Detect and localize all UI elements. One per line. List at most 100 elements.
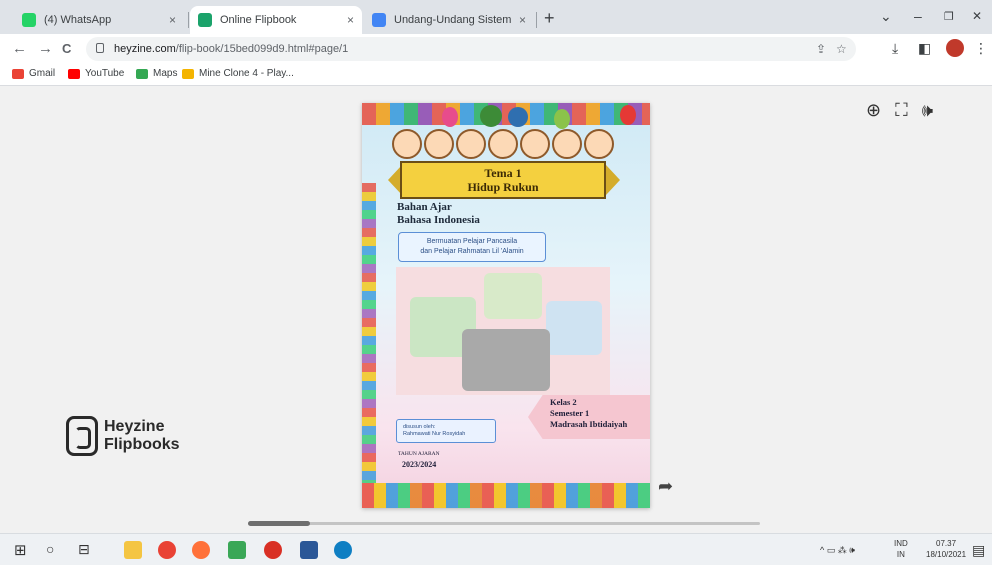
heyzine-brand[interactable]: Heyzine Flipbooks	[66, 416, 180, 456]
bookmark-mine-clone[interactable]: Mine Clone 4 - Play...	[182, 68, 294, 79]
browser-toolbar: ← → C heyzine.com/flip-book/15bed099d9.h…	[0, 34, 992, 64]
children-cycling-illustration	[546, 301, 602, 355]
edge-icon[interactable]	[334, 541, 352, 559]
tab-online-flipbook[interactable]: Online Flipbook ×	[190, 6, 362, 34]
menu-icon[interactable]: ⋮	[974, 40, 988, 57]
bookmark-label: Gmail	[29, 68, 56, 79]
theme-number: Tema 1	[484, 166, 522, 180]
search-button[interactable]: ○	[46, 541, 54, 557]
bookmark-gmail[interactable]: Gmail	[12, 68, 55, 79]
new-tab-button[interactable]: +	[544, 9, 555, 27]
tab-separator	[536, 12, 537, 28]
bookmark-star-icon[interactable]: ☆	[836, 42, 847, 56]
page-scrollbar-track[interactable]	[248, 522, 760, 525]
tab-search-button[interactable]: ⌄	[880, 8, 892, 25]
notifications-icon[interactable]: ▤	[972, 542, 985, 559]
share-icon[interactable]: ➦	[658, 476, 673, 497]
pencils-decoration-left	[362, 183, 376, 483]
child-illustration	[584, 129, 614, 159]
subject-line-2: Bahasa Indonesia	[397, 214, 480, 226]
bookmark-label: Mine Clone 4 - Play...	[199, 68, 294, 79]
download-icon[interactable]: ⤓	[892, 40, 898, 57]
task-view-button[interactable]: ⊟	[78, 541, 90, 558]
viewer-toolbar: ⊕ ⛶ 🕪	[866, 100, 933, 121]
fullscreen-icon[interactable]: ⛶	[895, 100, 908, 121]
whatsapp-icon	[22, 13, 36, 27]
grade-school: Madrasah Ibtidaiyah	[550, 419, 628, 429]
book-cover-page[interactable]: Tema 1 Hidup Rukun Bahan Ajar Bahasa Ind…	[362, 103, 650, 508]
pill-line-1: Bermuatan Pelajar Pancasila	[426, 238, 518, 245]
banner-ribbon-right	[606, 165, 620, 195]
forward-button[interactable]: →	[38, 40, 53, 57]
close-window-button[interactable]: ✕	[972, 9, 982, 23]
flipbook-icon	[198, 13, 212, 27]
bookmarks-bar: Gmail YouTube Maps Mine Clone 4 - Play..…	[0, 64, 992, 86]
child-illustration	[488, 129, 518, 159]
clock[interactable]: 07.37 18/10/2021	[926, 538, 966, 560]
subject-title: Bahan Ajar Bahasa Indonesia	[397, 201, 480, 227]
academic-year-label: TAHUN AJARAN	[398, 451, 440, 457]
paint-icon[interactable]	[228, 541, 246, 559]
bookmark-youtube[interactable]: YouTube	[68, 68, 124, 79]
share-page-icon[interactable]: ⇪	[816, 42, 826, 56]
maps-icon	[136, 68, 148, 79]
side-panel-icon[interactable]: ◧	[918, 40, 931, 57]
clock-time: 07.37	[936, 539, 957, 548]
file-explorer-icon[interactable]	[124, 541, 142, 559]
chrome-profile-icon[interactable]	[264, 541, 282, 559]
reload-button[interactable]: C	[62, 41, 71, 56]
pencils-decoration-bottom	[362, 483, 650, 508]
tab-whatsapp[interactable]: (4) WhatsApp ×	[14, 6, 184, 34]
theme-banner: Tema 1 Hidup Rukun	[400, 161, 606, 199]
url-host: heyzine.com	[114, 43, 176, 55]
children-playing-illustration	[484, 273, 542, 319]
url-text[interactable]: heyzine.com/flip-book/15bed099d9.html#pa…	[114, 43, 348, 55]
author-name: Rahmawati Nur Rosyidah	[403, 431, 466, 437]
windows-taskbar: ⊞ ○ ⊟ ^ ▭ ⁂ 🕪 IND IN 07.37 18/10/2021 ▤	[0, 533, 992, 565]
ministry-emblem-icon	[508, 107, 528, 127]
pencils-decoration-top	[362, 103, 650, 125]
firefox-icon[interactable]	[192, 541, 210, 559]
sound-icon[interactable]: 🕪	[922, 100, 933, 121]
word-icon[interactable]	[300, 541, 318, 559]
heyzine-logo-icon	[66, 416, 98, 456]
subject-line-1: Bahan Ajar	[397, 201, 452, 213]
child-illustration	[424, 129, 454, 159]
tab-undang-undang[interactable]: Undang-Undang Sistem Pendid ×	[364, 6, 534, 34]
youtube-icon	[68, 68, 80, 79]
chrome-icon[interactable]	[158, 541, 176, 559]
zoom-in-icon[interactable]: ⊕	[866, 100, 881, 121]
start-button[interactable]: ⊞	[14, 541, 27, 559]
pill-line-2: dan Pelajar Rahmatan Lil 'Alamin	[420, 248, 524, 255]
lock-icon[interactable]	[96, 43, 104, 53]
close-tab-icon[interactable]: ×	[347, 13, 354, 27]
close-tab-icon[interactable]: ×	[519, 13, 526, 27]
child-illustration	[456, 129, 486, 159]
tab-title: Undang-Undang Sistem Pendid	[394, 14, 513, 26]
maximize-button[interactable]: ❐	[944, 10, 954, 23]
bookmark-label: Maps	[153, 68, 178, 79]
google-icon	[372, 13, 386, 27]
academic-year: 2023/2024	[402, 460, 437, 469]
tab-strip: (4) WhatsApp × Online Flipbook × Undang-…	[0, 0, 992, 34]
language-code: IND	[894, 539, 908, 548]
tab-title: (4) WhatsApp	[44, 14, 112, 26]
region-code: IN	[896, 550, 905, 559]
brand-line-1: Heyzine	[104, 418, 165, 435]
minimize-button[interactable]: –	[914, 8, 922, 24]
school-emblem-icon	[480, 105, 502, 127]
bookmark-maps[interactable]: Maps	[136, 68, 177, 79]
author-label: disusun oleh:	[403, 424, 436, 430]
language-indicator[interactable]: IND IN	[894, 538, 908, 560]
child-illustration	[392, 129, 422, 159]
close-tab-icon[interactable]: ×	[169, 13, 176, 27]
system-tray-icons[interactable]: ^ ▭ ⁂ 🕪	[820, 545, 855, 556]
back-button[interactable]: ←	[12, 40, 27, 57]
address-bar[interactable]: heyzine.com/flip-book/15bed099d9.html#pa…	[86, 37, 856, 61]
flipbook-viewer: ⊕ ⛶ 🕪 Heyzine Flipbooks Tema 1 Hidup Ruk…	[0, 86, 992, 533]
folder-icon	[182, 68, 194, 79]
brand-line-2: Flipbooks	[104, 436, 180, 453]
page-scrollbar-thumb[interactable]	[248, 521, 310, 526]
profile-avatar[interactable]	[946, 39, 964, 57]
curriculum-pill: Bermuatan Pelajar Pancasila dan Pelajar …	[398, 232, 546, 262]
